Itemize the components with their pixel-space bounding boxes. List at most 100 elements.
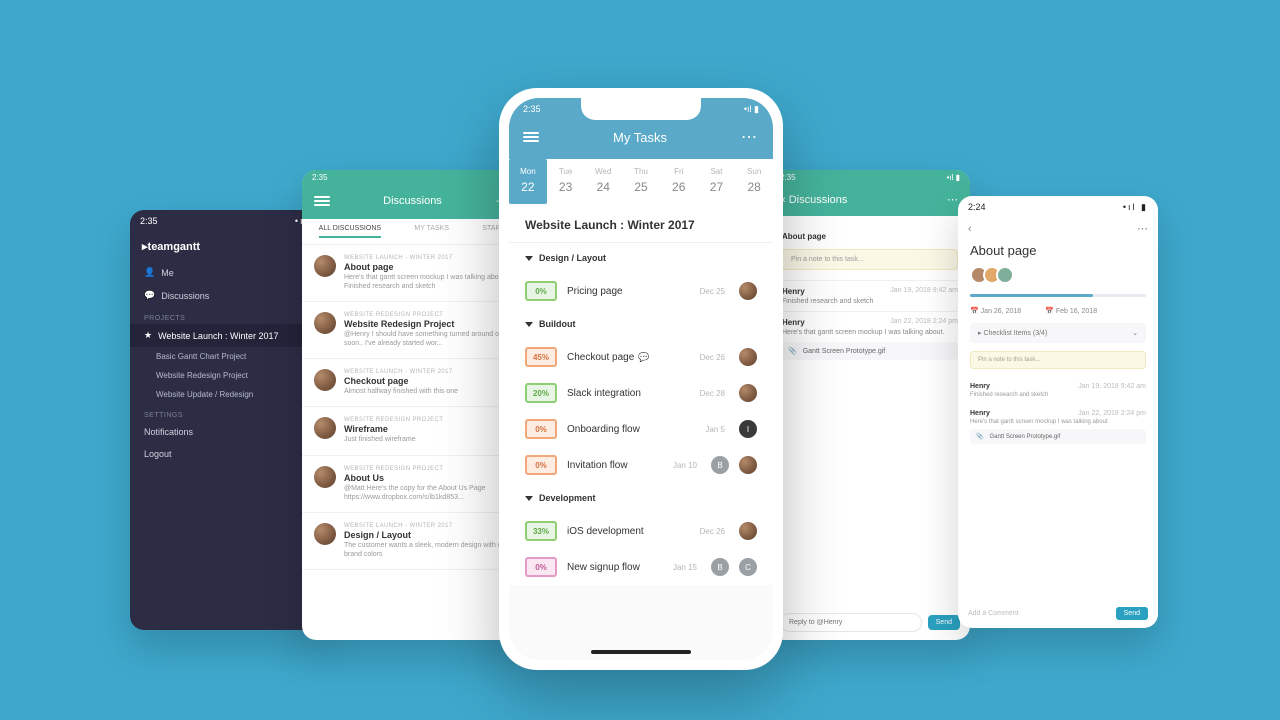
discussion-row[interactable]: WEBSITE LAUNCH - WINTER 2017About pageHe… [302, 245, 532, 302]
date-range[interactable]: 📅 Jan 26, 2018 📅 Feb 16, 2018 [958, 307, 1158, 323]
reply-input[interactable] [780, 613, 922, 632]
more-icon[interactable]: ⋯ [741, 127, 759, 147]
task-title: About page [782, 226, 958, 243]
assignee-avatar: I [739, 420, 757, 438]
avatar [314, 312, 336, 334]
assignee-avatar [739, 456, 757, 474]
brand-logo: ▸teamgantt [130, 232, 330, 261]
group-header[interactable]: Development [509, 483, 773, 513]
notch [581, 98, 701, 120]
screen-title: My Tasks [613, 130, 667, 145]
task-detail-screen: 2:35•ıl ▮ ‹ Discussions ⋯ About page Pin… [770, 170, 970, 640]
chevron-down-icon: ⌄ [1132, 329, 1138, 337]
comment: HenryJan 19, 2018 9:42 am Finished resea… [782, 280, 958, 311]
project-active[interactable]: ★ Website Launch : Winter 2017 [130, 324, 330, 347]
assignee-avatar [739, 522, 757, 540]
discussion-row[interactable]: WEBSITE REDESIGN PROJECTWebsite Redesign… [302, 302, 532, 359]
add-comment-input[interactable]: Add a Comment [968, 610, 1110, 617]
task-row[interactable]: 45% Checkout page💬 Dec 26 [509, 339, 773, 375]
day-cell[interactable]: Sat27 [698, 159, 736, 204]
project-item[interactable]: Basic Gantt Chart Project [130, 347, 330, 366]
sidebar-screen: 2:35 •ıl ▮ ▸teamgantt 👤 Me 💬 Discussions… [130, 210, 330, 630]
day-cell[interactable]: Thu25 [622, 159, 660, 204]
send-button[interactable]: Send [1116, 607, 1148, 620]
caret-down-icon [525, 496, 533, 501]
comment: HenryJan 22, 2018 2:24 pm Here's that ga… [782, 311, 958, 366]
comment: HenryJan 22, 2018 2:24 pm Here's that ga… [958, 404, 1158, 450]
day-cell[interactable]: Tue23 [547, 159, 585, 204]
more-icon[interactable]: ⋯ [1137, 222, 1148, 235]
menu-icon[interactable] [523, 132, 539, 142]
menu-icon[interactable] [314, 196, 330, 206]
task-row[interactable]: 0% Invitation flow Jan 10 B [509, 447, 773, 483]
nav-notifications[interactable]: Notifications [130, 421, 330, 443]
progress-bar[interactable] [970, 294, 1146, 297]
week-selector[interactable]: Mon22 Tue23 Wed24 Thu25 Fri26 Sat27 Sun2… [509, 159, 773, 204]
task-row[interactable]: 0% New signup flow Jan 15 B C [509, 549, 773, 585]
status-bar: 2:35•ıl ▮ [302, 170, 532, 185]
status-bar: 2:24•ıl ▮ [958, 196, 1158, 218]
main-phone-frame: 2:35•ıl ▮ My Tasks ⋯ Mon22 Tue23 Wed24 T… [499, 88, 783, 670]
nav-logout[interactable]: Logout [130, 443, 330, 465]
progress-badge: 20% [525, 383, 557, 403]
comment-icon: 💬 [638, 352, 649, 362]
more-icon[interactable]: ⋯ [947, 193, 958, 206]
discussion-row[interactable]: WEBSITE LAUNCH - WINTER 2017Design / Lay… [302, 513, 532, 570]
progress-badge: 0% [525, 455, 557, 475]
day-cell[interactable]: Mon22 [509, 159, 547, 204]
screen-title: Discussions [383, 195, 442, 207]
home-indicator[interactable] [591, 650, 691, 654]
back-icon[interactable]: ‹ [968, 223, 972, 235]
assignee-avatar [739, 348, 757, 366]
comment: HenryJan 19, 2018 9:42 am Finished resea… [958, 377, 1158, 404]
task-row[interactable]: 0% Pricing page Dec 25 [509, 273, 773, 309]
avatar [314, 417, 336, 439]
page-title: About page [958, 239, 1158, 266]
attachment[interactable]: 📎 Gantt Screen Prototype.gif [970, 429, 1146, 444]
discussion-row[interactable]: WEBSITE REDESIGN PROJECTWireframeJust fi… [302, 407, 532, 455]
caret-down-icon [525, 322, 533, 327]
progress-badge: 0% [525, 419, 557, 439]
nav-me[interactable]: 👤 Me [130, 261, 330, 284]
progress-badge: 0% [525, 557, 557, 577]
project-item[interactable]: Website Redesign Project [130, 366, 330, 385]
avatar [314, 255, 336, 277]
discussion-row[interactable]: WEBSITE REDESIGN PROJECTAbout Us@Matt He… [302, 456, 532, 513]
assignee-avatar: B [711, 456, 729, 474]
task-row[interactable]: 33% iOS development Dec 26 [509, 513, 773, 549]
attachment[interactable]: 📎 Gantt Screen Prototype.gif [782, 342, 958, 360]
progress-badge: 45% [525, 347, 557, 367]
status-bar: 2:35 •ıl ▮ [130, 210, 330, 232]
back-button[interactable]: ‹ Discussions [782, 194, 847, 206]
day-cell[interactable]: Fri26 [660, 159, 698, 204]
group-header[interactable]: Design / Layout [509, 243, 773, 273]
tab-all[interactable]: ALL DISCUSSIONS [319, 225, 381, 238]
section-settings: SETTINGS [130, 404, 330, 421]
task-row[interactable]: 20% Slack integration Dec 28 [509, 375, 773, 411]
nav-discussions[interactable]: 💬 Discussions [130, 284, 330, 307]
discussion-row[interactable]: WEBSITE LAUNCH - WINTER 2017Checkout pag… [302, 359, 532, 407]
status-time: 2:35 [140, 216, 158, 226]
group-header[interactable]: Buildout [509, 309, 773, 339]
caret-down-icon [525, 256, 533, 261]
section-projects: PROJECTS [130, 307, 330, 324]
assignee-avatar [739, 384, 757, 402]
tab-mytasks[interactable]: MY TASKS [414, 225, 449, 238]
day-cell[interactable]: Wed24 [584, 159, 622, 204]
assignee-avatar [739, 282, 757, 300]
status-bar: 2:35•ıl ▮ [770, 170, 970, 185]
assignee-avatar: B [711, 558, 729, 576]
assignee-avatar: C [739, 558, 757, 576]
avatar [314, 523, 336, 545]
progress-badge: 33% [525, 521, 557, 541]
send-button[interactable]: Send [928, 615, 960, 630]
note-input[interactable]: Pin a note to this task... [782, 249, 958, 270]
note-input[interactable]: Pin a note to this task... [970, 351, 1146, 369]
project-item[interactable]: Website Update / Redesign [130, 385, 330, 404]
checklist-toggle[interactable]: ▸ Checklist Items (3/4) ⌄ [970, 323, 1146, 343]
day-cell[interactable]: Sun28 [735, 159, 773, 204]
assignees[interactable] [958, 266, 1158, 292]
task-row[interactable]: 0% Onboarding flow Jan 5 I [509, 411, 773, 447]
discussions-screen: 2:35•ıl ▮ Discussions ＋ ⋯ ALL DISCUSSION… [302, 170, 532, 640]
progress-badge: 0% [525, 281, 557, 301]
